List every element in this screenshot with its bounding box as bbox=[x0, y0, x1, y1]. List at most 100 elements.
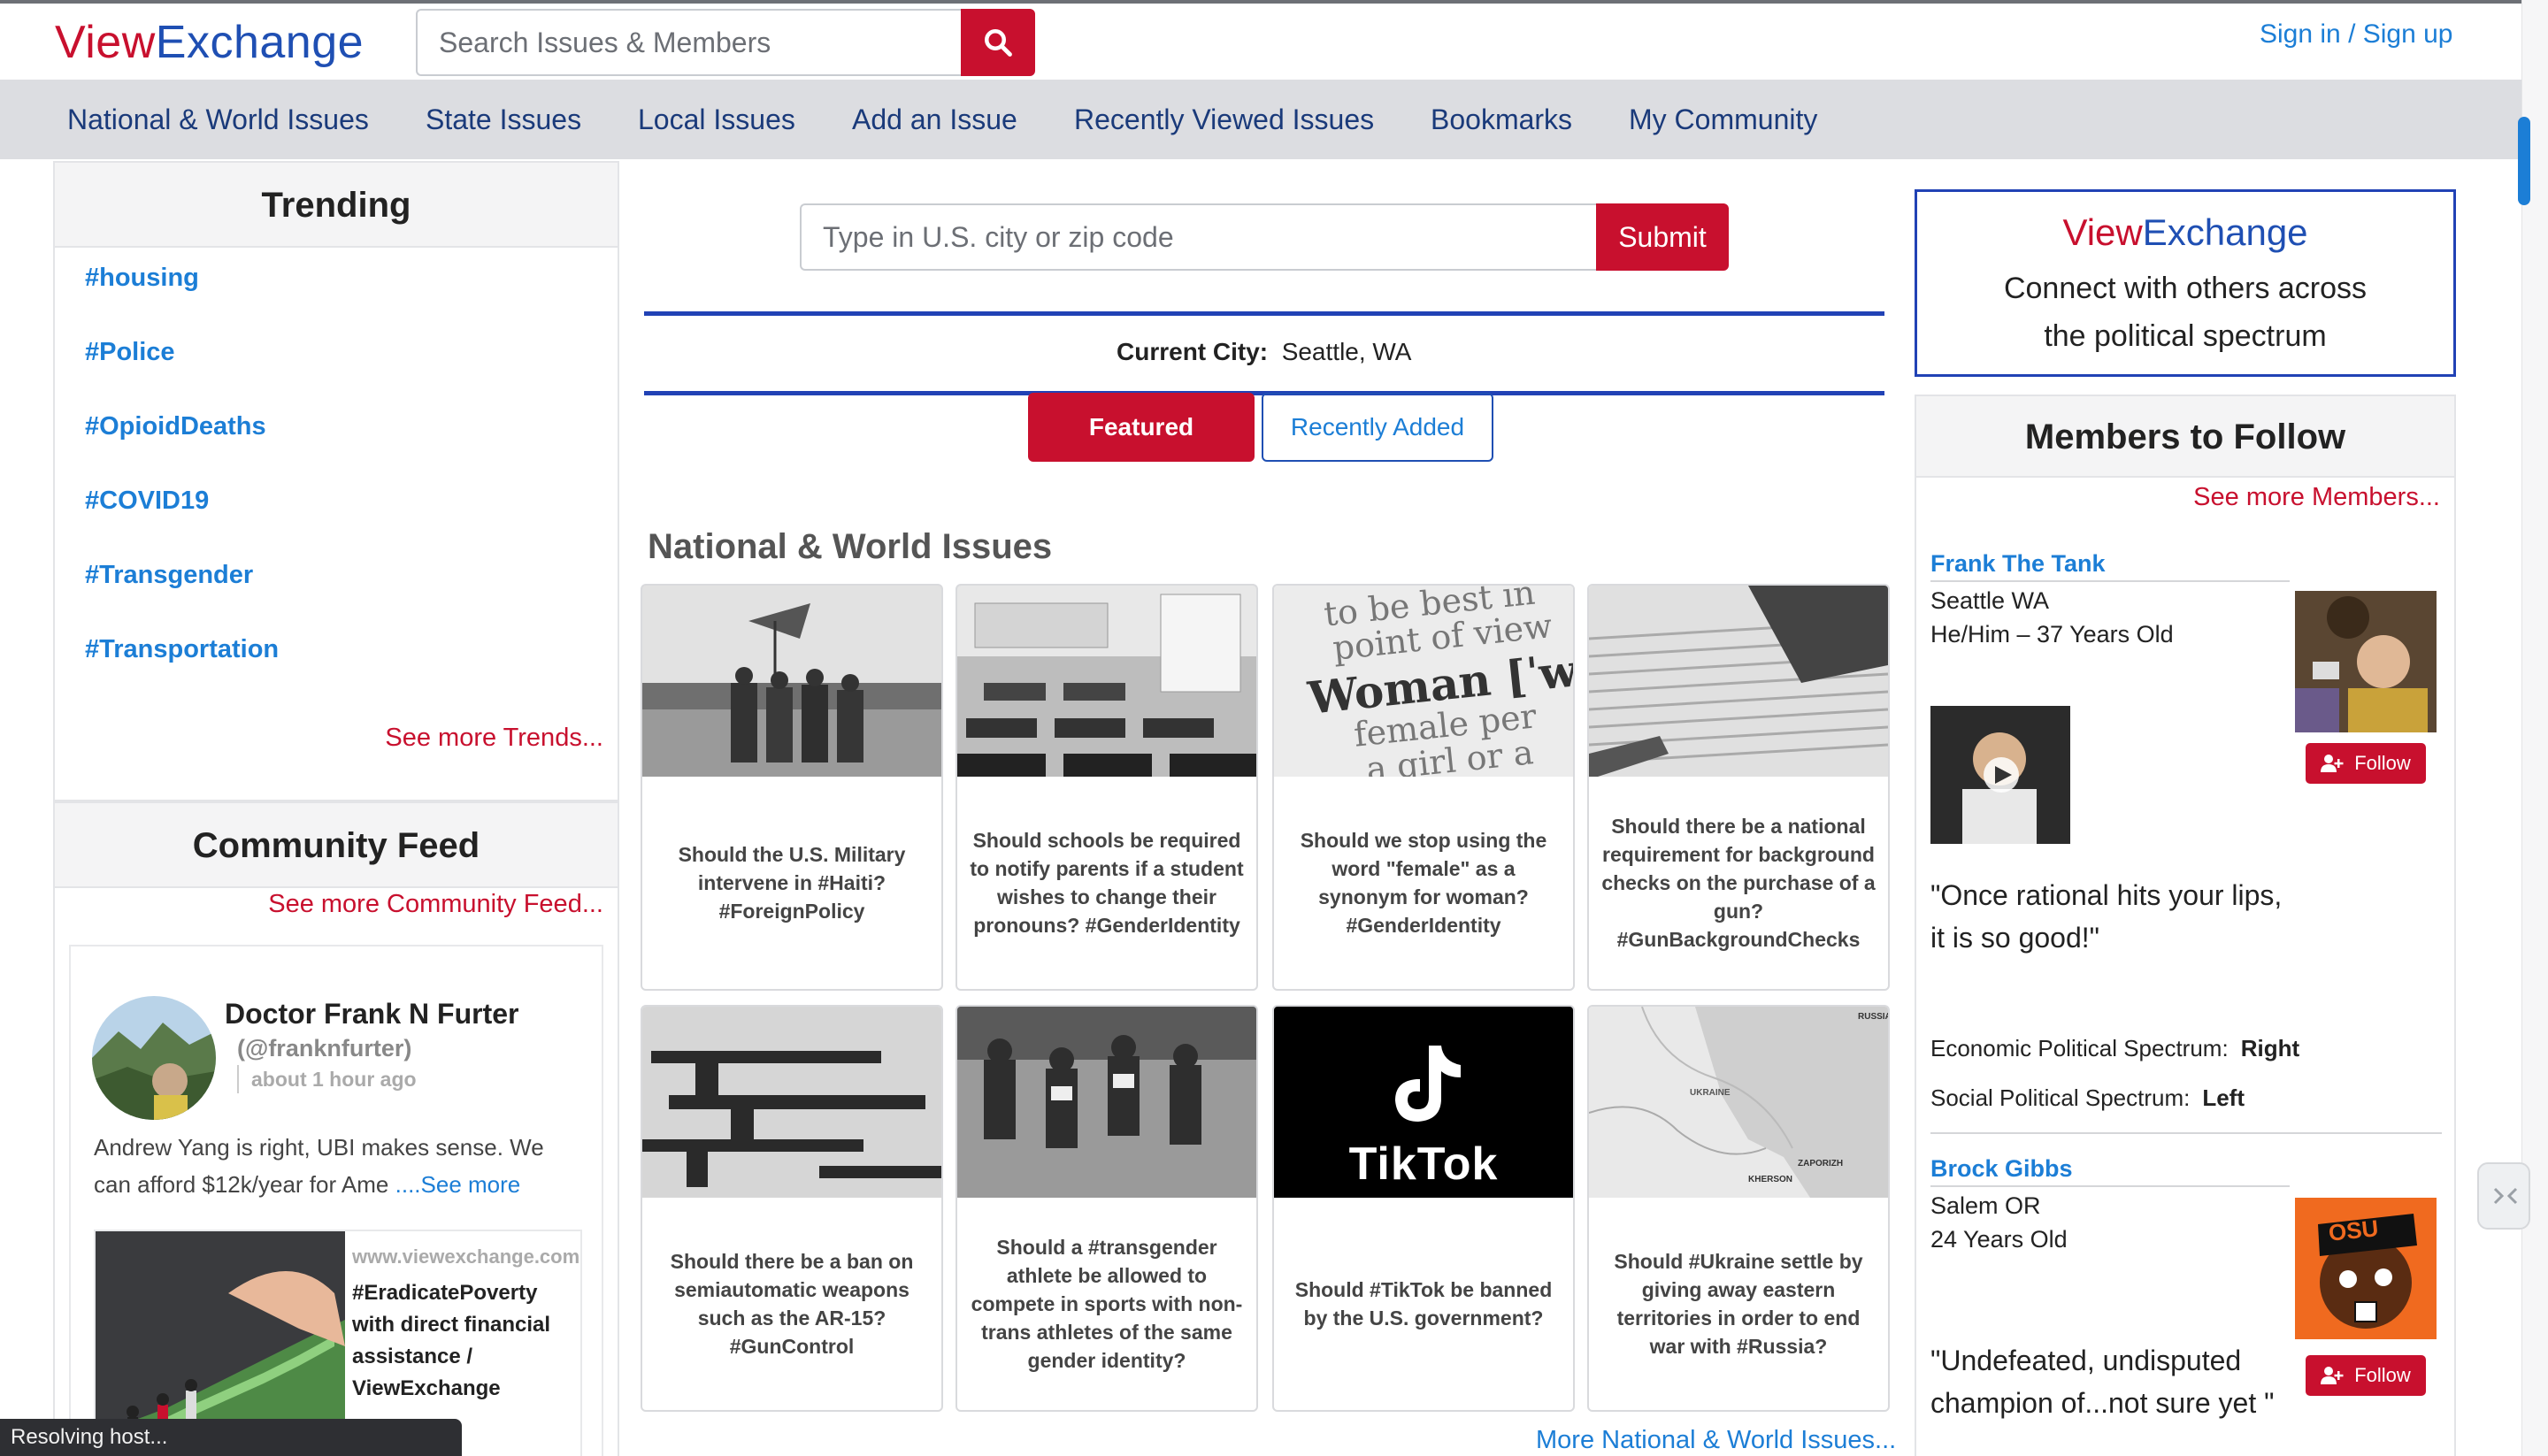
promo-logo: ViewExchange bbox=[1917, 211, 2453, 254]
browser-status-bar: Resolving host... bbox=[0, 1419, 462, 1456]
trending-panel: Trending #housing #Police #OpioidDeaths … bbox=[53, 161, 619, 801]
trend-tag-covid[interactable]: #COVID19 bbox=[85, 487, 209, 516]
nav-local-issues[interactable]: Local Issues bbox=[638, 80, 795, 159]
member-location: Salem OR bbox=[1930, 1192, 2041, 1219]
issue-question: Should we stop using the word "female" a… bbox=[1300, 829, 1547, 937]
promo-text-line1: Connect with others across bbox=[2003, 272, 2368, 305]
scrollbar-thumb[interactable] bbox=[2518, 117, 2530, 205]
issue-card[interactable]: to be best in point of view Woman [ˈw fe… bbox=[1272, 584, 1575, 991]
more-national-issues-link[interactable]: More National & World Issues... bbox=[1536, 1426, 1896, 1455]
current-city: Current City: Seattle, WA bbox=[1117, 338, 1411, 366]
expand-icon bbox=[2493, 1187, 2518, 1205]
trend-tag-police[interactable]: #Police bbox=[85, 338, 175, 367]
tiktok-wordmark: TikTok bbox=[1348, 1138, 1499, 1190]
economic-spectrum: Economic Political Spectrum: Right bbox=[1930, 1035, 2299, 1062]
member-quote: "Undefeated, undisputed champion of...not… bbox=[1930, 1339, 2274, 1424]
member-quote-line1: "Undefeated, undisputed bbox=[1930, 1345, 2242, 1376]
map-label-zaporizh: ZAPORIZH bbox=[1798, 1159, 1844, 1169]
post-see-more-link[interactable]: ....See more bbox=[395, 1171, 521, 1198]
nav-bookmarks[interactable]: Bookmarks bbox=[1431, 80, 1572, 159]
issue-image-dictionary: to be best in point of view Woman [ˈw fe… bbox=[1274, 586, 1573, 777]
member-quote-line2: it is so good!" bbox=[1930, 922, 2100, 954]
add-user-icon bbox=[2321, 755, 2344, 772]
main-nav: National & World Issues State Issues Loc… bbox=[0, 80, 2521, 159]
city-zip-input[interactable]: Type in U.S. city or zip code bbox=[800, 203, 1598, 271]
member-details: He/Him – 37 Years Old bbox=[1930, 621, 2174, 648]
issue-card[interactable]: TikTok Should #TikTok be banned by the U… bbox=[1272, 1005, 1575, 1412]
divider-top bbox=[644, 311, 1884, 316]
issue-card[interactable]: Should there be a ban on semiautomatic w… bbox=[641, 1005, 943, 1412]
member-location: Seattle WA bbox=[1930, 587, 2050, 614]
follow-label: Follow bbox=[2354, 752, 2411, 774]
issue-card[interactable]: Should the U.S. Military intervene in #H… bbox=[641, 584, 943, 991]
member-name[interactable]: Brock Gibbs bbox=[1930, 1155, 2073, 1183]
social-spectrum-label: Social Political Spectrum: bbox=[1930, 1084, 2191, 1111]
trend-tag-transgender[interactable]: #Transgender bbox=[85, 561, 253, 590]
city-submit-button[interactable]: Submit bbox=[1596, 203, 1729, 271]
logo-view: View bbox=[55, 17, 156, 68]
member-video[interactable] bbox=[1930, 706, 2070, 844]
member-divider bbox=[1930, 580, 2290, 582]
nav-national-world-issues[interactable]: National & World Issues bbox=[67, 80, 369, 159]
national-issues-heading: National & World Issues bbox=[648, 527, 1053, 566]
trend-tag-transportation[interactable]: #Transportation bbox=[85, 635, 279, 664]
feed-post-card: Doctor Frank N Furter (@franknfurter) ab… bbox=[69, 945, 603, 1456]
issue-question: Should a #transgender athlete be allowed… bbox=[971, 1236, 1243, 1372]
member-avatar[interactable]: OSU bbox=[2295, 1198, 2437, 1339]
nav-my-community[interactable]: My Community bbox=[1629, 80, 1817, 159]
tab-recently-added[interactable]: Recently Added bbox=[1262, 393, 1493, 462]
follow-button[interactable]: Follow bbox=[2306, 1355, 2426, 1396]
post-author-name[interactable]: Doctor Frank N Furter bbox=[225, 998, 518, 1031]
issue-image-ukraine-map: RUSSIA UKRAINE KHERSON ZAPORIZH bbox=[1589, 1007, 1888, 1198]
post-timestamp: about 1 hour ago bbox=[237, 1065, 417, 1093]
issue-card[interactable]: Should schools be required to notify par… bbox=[956, 584, 1258, 991]
signin-link[interactable]: Sign in / Sign up bbox=[2260, 19, 2452, 50]
search-input[interactable]: Search Issues & Members bbox=[416, 9, 963, 76]
issue-question: Should schools be required to notify par… bbox=[970, 829, 1244, 937]
community-feed-title: Community Feed bbox=[55, 803, 618, 888]
see-more-members-link[interactable]: See more Members... bbox=[2193, 483, 2440, 512]
page-scrollbar[interactable] bbox=[2521, 0, 2548, 1456]
issue-card[interactable]: RUSSIA UKRAINE KHERSON ZAPORIZH Should #… bbox=[1587, 1005, 1890, 1412]
promo-text: Connect with others across the political … bbox=[1917, 264, 2453, 360]
member-quote-line2: champion of...not sure yet " bbox=[1930, 1387, 2275, 1419]
follow-label: Follow bbox=[2354, 1364, 2411, 1386]
social-spectrum: Social Political Spectrum: Left bbox=[1930, 1084, 2245, 1112]
issue-card[interactable]: Should a #transgender athlete be allowed… bbox=[956, 1005, 1258, 1412]
preview-domain: www.viewexchange.com bbox=[352, 1245, 580, 1268]
see-more-feed-link[interactable]: See more Community Feed... bbox=[268, 890, 603, 919]
issue-image-gun-document bbox=[1589, 586, 1888, 777]
see-more-trends-link[interactable]: See more Trends... bbox=[385, 724, 603, 753]
issue-question: Should #TikTok be banned by the U.S. gov… bbox=[1294, 1278, 1553, 1330]
site-logo[interactable]: ViewExchange bbox=[55, 16, 364, 69]
member-avatar[interactable] bbox=[2295, 591, 2437, 732]
issue-image-runners bbox=[957, 1007, 1256, 1198]
search-button[interactable] bbox=[961, 9, 1035, 76]
follow-button[interactable]: Follow bbox=[2306, 743, 2426, 784]
member-name[interactable]: Frank The Tank bbox=[1930, 550, 2106, 578]
trend-tag-housing[interactable]: #housing bbox=[85, 264, 199, 293]
issue-question: Should there be a national requirement f… bbox=[1601, 815, 1876, 951]
member-quote-line1: "Once rational hits your lips, bbox=[1930, 879, 2283, 911]
site-header: ViewExchange Search Issues & Members Sig… bbox=[0, 4, 2548, 80]
logo-exchange: Exchange bbox=[155, 17, 365, 68]
trend-tag-opioid[interactable]: #OpioidDeaths bbox=[85, 412, 266, 441]
post-author-handle[interactable]: (@franknfurter) bbox=[237, 1035, 411, 1062]
promo-text-line2: the political spectrum bbox=[2044, 319, 2327, 353]
osu-badge-text: OSU bbox=[2327, 1215, 2380, 1246]
nav-add-issue[interactable]: Add an Issue bbox=[852, 80, 1017, 159]
map-label-russia: RUSSIA bbox=[1858, 1012, 1888, 1022]
economic-spectrum-value: Right bbox=[2240, 1035, 2300, 1061]
collapsed-side-widget[interactable] bbox=[2477, 1162, 2530, 1230]
member-divider bbox=[1930, 1185, 2290, 1187]
post-author-avatar[interactable] bbox=[92, 996, 216, 1120]
current-city-value: Seattle, WA bbox=[1281, 338, 1412, 365]
trending-title: Trending bbox=[55, 163, 618, 248]
preview-title: #EradicatePoverty with direct financial … bbox=[352, 1281, 551, 1400]
issue-question: Should #Ukraine settle by giving away ea… bbox=[1614, 1250, 1863, 1358]
nav-recently-viewed[interactable]: Recently Viewed Issues bbox=[1074, 80, 1374, 159]
issue-card[interactable]: Should there be a national requirement f… bbox=[1587, 584, 1890, 991]
tab-featured[interactable]: Featured bbox=[1028, 393, 1255, 462]
member-separator bbox=[1930, 1132, 2442, 1134]
nav-state-issues[interactable]: State Issues bbox=[426, 80, 581, 159]
